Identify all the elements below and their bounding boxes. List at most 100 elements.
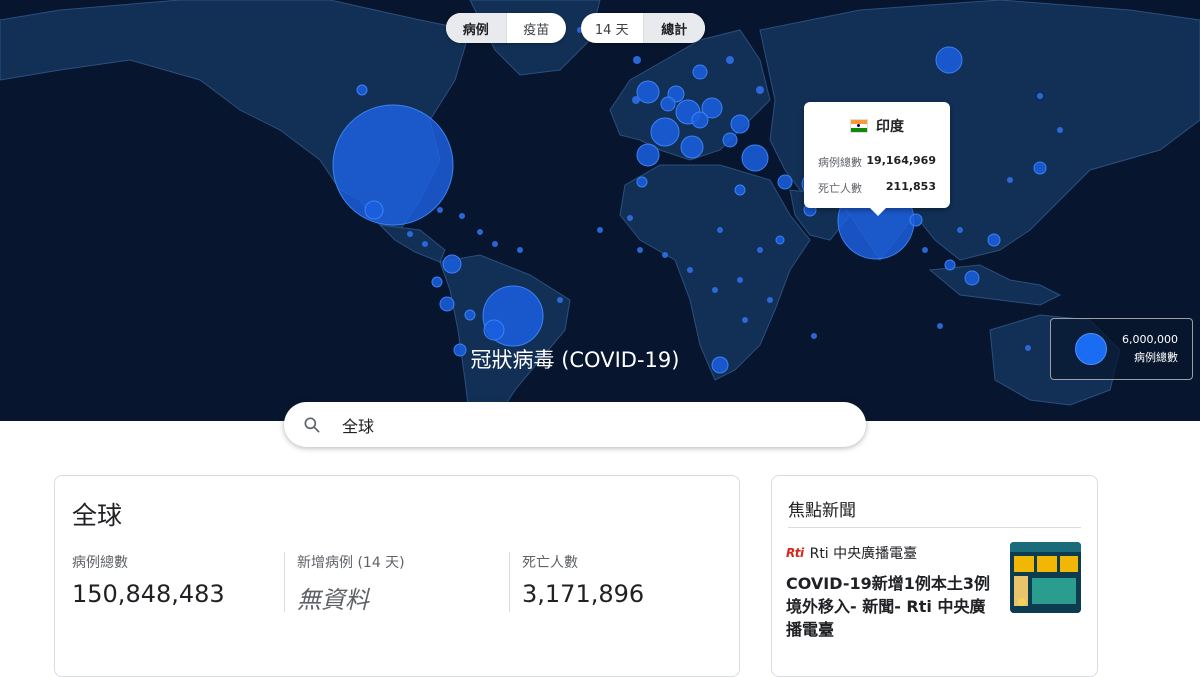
bubble-small [632, 96, 640, 104]
bubble-indonesia [964, 270, 980, 286]
landmass-central-america [378, 224, 446, 263]
bubble-small [811, 333, 817, 339]
news-thumbnail[interactable] [1010, 542, 1081, 613]
stats-title: 全球 [72, 501, 123, 530]
stat-new-cases: 新增病例 (14 天) 無資料 [297, 552, 487, 615]
india-flag-icon [850, 119, 868, 133]
bubble-small [756, 86, 764, 94]
map-legend: 6,000,000 病例總數 [1050, 318, 1193, 380]
bubble-ethiopia [775, 235, 785, 245]
tooltip-row-deaths: 死亡人數 211,853 [818, 180, 936, 196]
stat-value: 無資料 [297, 586, 369, 614]
bubble-small [437, 207, 443, 213]
bubble-small [957, 227, 963, 233]
bubble-sweden [692, 64, 708, 80]
bubble-small [627, 215, 633, 221]
bubble-bangladesh [909, 213, 923, 227]
bubble-small [1037, 93, 1043, 99]
bubble-small [407, 231, 413, 237]
tooltip-country: 印度 [876, 119, 904, 135]
divider [509, 552, 510, 612]
tooltip-label: 病例總數 [818, 156, 862, 169]
bubble-czechia [691, 111, 709, 129]
bubble-japan [1033, 161, 1047, 175]
bubble-small [712, 287, 718, 293]
bubble-usa [332, 104, 454, 226]
toggle-cases[interactable]: 病例 [446, 13, 506, 43]
legend-value: 6,000,000 [1122, 333, 1178, 346]
bubble-argentina [483, 319, 505, 341]
bubble-philippines [987, 233, 1001, 247]
world-map[interactable]: 病例 疫苗 14 天 總計 印度 病例總數 19,164,969 死亡人數 21… [0, 0, 1200, 421]
bubble-small [557, 297, 563, 303]
bubble-small [597, 227, 603, 233]
stat-label: 死亡人數 [522, 555, 578, 571]
tooltip-label: 死亡人數 [818, 182, 862, 195]
bubble-small [687, 267, 693, 273]
top-news-card: 焦點新聞 Rti Rti 中央廣播電臺 COVID-19新增1例本土3例境外移入… [771, 475, 1098, 677]
tooltip-row-cases: 病例總數 19,164,969 [818, 154, 936, 170]
landmass-indonesia [928, 264, 1062, 306]
bubble-colombia [442, 254, 462, 274]
range-toggle: 14 天 總計 [581, 13, 705, 43]
bubble-romania [722, 132, 738, 148]
legend-bubble-icon [1075, 333, 1107, 365]
news-headline[interactable]: COVID-19新增1例本土3例境外移入- 新聞- Rti 中央廣播電臺 [786, 572, 990, 641]
stat-total-cases: 病例總數 150,848,483 [72, 552, 262, 608]
tooltip-value: 19,164,969 [866, 154, 936, 167]
bubble-belgium [660, 96, 676, 112]
stat-deaths: 死亡人數 3,171,896 [522, 552, 712, 608]
bubble-small [422, 241, 428, 247]
bubble-malaysia [944, 259, 956, 271]
bubble-morocco [636, 176, 648, 188]
search-icon[interactable] [302, 415, 322, 439]
news-title: 焦點新聞 [788, 501, 856, 521]
bubble-small [662, 252, 668, 258]
toggle-total[interactable]: 總計 [642, 13, 705, 43]
toggle-vaccines[interactable]: 疫苗 [505, 13, 567, 43]
bubble-small [757, 247, 763, 253]
bubble-small [937, 323, 943, 329]
bubble-canada [356, 84, 368, 96]
stat-value: 3,171,896 [522, 580, 645, 608]
bubble-small [477, 229, 483, 235]
bubble-small [767, 297, 773, 303]
bubble-small [633, 56, 641, 64]
bubble-small [737, 277, 743, 283]
rti-logo: Rti [786, 546, 804, 560]
bubble-small [717, 227, 723, 233]
metric-toggle: 病例 疫苗 [446, 13, 566, 43]
bubble-italy [680, 135, 704, 159]
tooltip-value: 211,853 [885, 180, 936, 193]
bubble-uk [636, 80, 660, 104]
bubble-small [922, 247, 928, 253]
divider [788, 527, 1081, 528]
bubble-ukraine [730, 114, 750, 134]
bubble-egypt [734, 184, 746, 196]
bubble-turkey [741, 144, 769, 172]
bubble-small [1007, 177, 1013, 183]
stat-label: 新增病例 (14 天) [297, 555, 405, 571]
bubble-small [726, 56, 734, 64]
bubble-small [492, 241, 498, 247]
bubble-france [650, 117, 680, 147]
search-input[interactable] [340, 411, 824, 439]
country-tooltip: 印度 病例總數 19,164,969 死亡人數 211,853 [804, 102, 950, 216]
bubble-russia [935, 46, 963, 74]
map-title: 冠狀病毒 (COVID-19) [470, 348, 680, 372]
divider [284, 552, 285, 612]
bubble-small [637, 247, 643, 253]
location-search [284, 402, 866, 447]
bubble-peru [439, 296, 455, 312]
news-source[interactable]: Rti Rti 中央廣播電臺 [786, 543, 917, 563]
legend-label: 病例總數 [1134, 351, 1178, 364]
bubble-spain [636, 143, 660, 167]
bubble-small [517, 247, 523, 253]
stat-label: 病例總數 [72, 555, 128, 571]
bubble-small [1057, 127, 1063, 133]
bubble-iraq [777, 174, 793, 190]
global-stats-card: 全球 病例總數 150,848,483 新增病例 (14 天) 無資料 死亡人數… [54, 475, 740, 677]
toggle-14-days[interactable]: 14 天 [581, 13, 643, 43]
bubble-small [742, 317, 748, 323]
stat-value: 150,848,483 [72, 580, 225, 608]
